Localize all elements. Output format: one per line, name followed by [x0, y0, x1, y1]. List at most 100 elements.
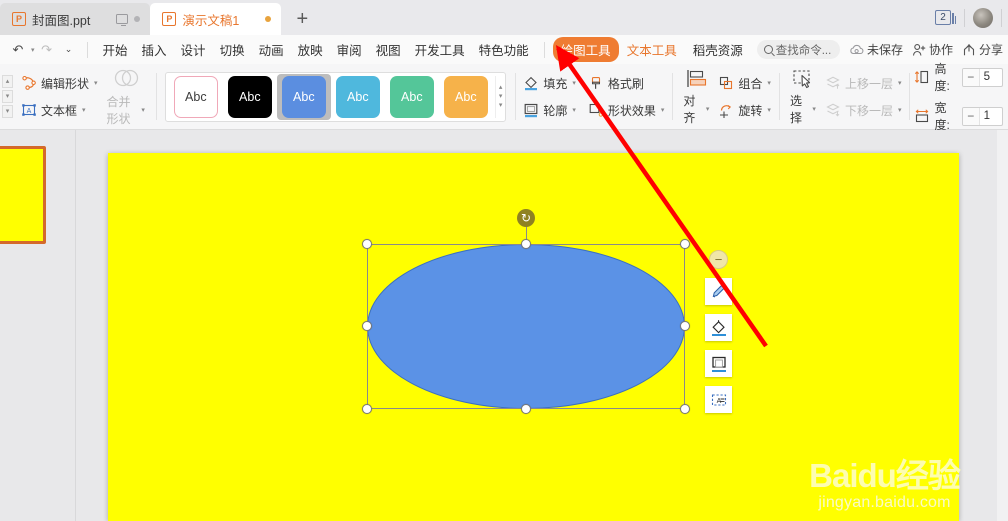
handle-bottom-left[interactable]	[362, 404, 372, 414]
menu-item-features[interactable]: 特色功能	[472, 37, 536, 62]
chevron-down-icon[interactable]: ▾	[82, 106, 86, 114]
menu-item-review[interactable]: 审阅	[330, 37, 369, 62]
chevron-down-icon[interactable]: ▾	[706, 105, 710, 113]
ribbon-scroll-down-icon[interactable]: ▾	[2, 90, 13, 103]
vertical-scrollbar[interactable]	[997, 130, 1008, 521]
document-tab-1[interactable]: P 封面图.ppt	[0, 3, 151, 35]
style-swatch-0[interactable]: Abc	[173, 75, 218, 118]
chevron-down-icon[interactable]: ▾	[572, 79, 576, 87]
tab-status-dot	[134, 16, 141, 22]
save-status-label: 未保存	[866, 43, 903, 57]
ribbon-group-shapes: 编辑形状 ▾ A 文本框 ▾ 合并形状 ▾	[13, 64, 156, 129]
rotate-button[interactable]: 旋转 ▾	[715, 99, 774, 121]
group-button[interactable]: 组合 ▾	[715, 72, 774, 94]
float-fill-button[interactable]	[705, 314, 732, 341]
chevron-down-icon[interactable]: ▾	[812, 105, 816, 113]
style-swatch-0-wrap[interactable]: Abc	[169, 74, 223, 120]
text-box-button[interactable]: A 文本框 ▾	[18, 99, 101, 121]
menu-item-insert[interactable]: 插入	[135, 37, 174, 62]
select-button[interactable]: 选择 ▾	[784, 69, 822, 125]
handle-middle-left[interactable]	[362, 321, 372, 331]
menu-bar: ↶ ▾ ↷ ⌄ 开始 插入 设计 切换 动画 放映 审阅 视图 开发工具 特色功…	[0, 35, 1008, 64]
menu-item-slideshow[interactable]: 放映	[291, 37, 330, 62]
ribbon-scroll-end-icon[interactable]: ▾	[2, 105, 13, 118]
chevron-down-icon[interactable]: ▾	[94, 79, 98, 87]
style-swatch-4-wrap[interactable]: Abc	[385, 74, 439, 120]
collaborate-button[interactable]: 协作	[909, 41, 956, 58]
avatar[interactable]	[973, 7, 993, 28]
style-swatch-1[interactable]: Abc	[227, 75, 272, 118]
chevron-down-icon[interactable]: ▾	[767, 79, 771, 87]
qat-more-button[interactable]: ⌄	[59, 40, 79, 60]
align-button[interactable]: 对齐 ▾	[677, 69, 715, 125]
style-swatch-5[interactable]: Abc	[443, 75, 488, 118]
document-tab-2[interactable]: P 演示文稿1	[150, 3, 282, 35]
gallery-expand-icon[interactable]: ▾	[499, 102, 503, 109]
format-painter-button[interactable]: 格式刷	[585, 72, 668, 94]
style-swatch-1-wrap[interactable]: Abc	[223, 74, 277, 120]
handle-top-left[interactable]	[362, 239, 372, 249]
collapse-toolbar-button[interactable]: −	[709, 250, 728, 269]
monitor-icon[interactable]	[116, 14, 129, 27]
menu-item-design[interactable]: 设计	[174, 37, 213, 62]
ribbon-scroll-arrows[interactable]: ▴ ▾ ▾	[0, 64, 13, 129]
tab-bar-right-controls: 2	[935, 0, 1008, 35]
width-decrement-button[interactable]: −	[962, 107, 980, 125]
menu-item-view[interactable]: 视图	[369, 37, 408, 62]
undo-button[interactable]: ↶	[8, 40, 28, 60]
handle-bottom-center[interactable]	[521, 404, 531, 414]
style-swatch-3-wrap[interactable]: Abc	[331, 74, 385, 120]
handle-middle-right[interactable]	[680, 321, 690, 331]
float-outline-button[interactable]	[705, 350, 732, 377]
chevron-up-icon[interactable]: ▴	[499, 84, 503, 91]
ribbon-scroll-up-icon[interactable]: ▴	[2, 75, 13, 88]
gallery-more-button[interactable]: ▴ ▾ ▾	[494, 75, 503, 118]
fill-button[interactable]: 填充 ▾	[520, 72, 579, 94]
slide-canvas-area[interactable]: ↻ − A Baidu经验 jingyan.baidu.com	[76, 130, 1008, 521]
slide-thumbnail-1[interactable]	[0, 146, 46, 244]
style-swatch-2-wrap[interactable]: Abc	[276, 73, 331, 120]
context-tab-drawing-tools[interactable]: 绘图工具	[552, 37, 619, 62]
float-format-painter-button[interactable]	[705, 278, 732, 305]
ribbon-group-size: 高度: − 5 宽度: − 1	[909, 62, 1008, 132]
slide-canvas[interactable]: ↻ − A Baidu经验 jingyan.baidu.com	[108, 153, 961, 521]
height-spinner[interactable]: − 5	[961, 67, 1003, 87]
save-status-button[interactable]: 未保存	[846, 41, 906, 58]
context-tab-text-tools[interactable]: 文本工具	[619, 37, 685, 62]
new-tab-button[interactable]: +	[281, 3, 324, 35]
context-tab-docer[interactable]: 稻壳资源	[685, 37, 751, 62]
share-button[interactable]: 分享	[959, 41, 1006, 58]
chevron-down-icon[interactable]: ▾	[572, 106, 576, 114]
outline-label: 轮廓	[543, 103, 568, 118]
menu-item-developer[interactable]: 开发工具	[408, 37, 472, 62]
style-swatch-3[interactable]: Abc	[335, 75, 380, 118]
style-swatch-5-wrap[interactable]: Abc	[439, 74, 493, 120]
height-decrement-button[interactable]: −	[962, 68, 980, 86]
handle-bottom-right[interactable]	[680, 404, 690, 414]
menu-item-transition[interactable]: 切换	[213, 37, 252, 62]
shape-effects-button[interactable]: 形状效果 ▾	[585, 99, 668, 121]
window-count-badge[interactable]: 2	[935, 10, 956, 25]
selected-shape-group[interactable]: ↻	[362, 209, 690, 414]
slide-thumbnail-pane	[0, 130, 76, 521]
redo-button[interactable]: ↷	[37, 40, 57, 60]
outline-button[interactable]: 轮廓 ▾	[520, 99, 579, 121]
handle-top-center[interactable]	[521, 239, 531, 249]
height-value[interactable]: 5	[980, 69, 1002, 86]
chevron-down-icon[interactable]: ▾	[767, 106, 771, 114]
edit-shape-button[interactable]: 编辑形状 ▾	[18, 72, 101, 94]
style-swatch-2-selected[interactable]: Abc	[281, 75, 326, 118]
chevron-down-icon[interactable]: ▾	[499, 93, 503, 100]
menu-item-animation[interactable]: 动画	[252, 37, 291, 62]
width-spinner[interactable]: − 1	[961, 106, 1003, 126]
rotate-handle[interactable]: ↻	[517, 209, 535, 227]
menu-item-start[interactable]: 开始	[96, 37, 135, 62]
chevron-down-icon[interactable]: ▾	[661, 106, 665, 114]
float-text-box-button[interactable]: A	[705, 386, 732, 413]
handle-top-right[interactable]	[680, 239, 690, 249]
width-value[interactable]: 1	[980, 108, 1002, 125]
fill-label: 填充	[543, 76, 568, 91]
style-swatch-4[interactable]: Abc	[389, 75, 434, 118]
undo-caret-icon[interactable]: ▾	[31, 46, 35, 54]
search-command-box[interactable]: 查找命令...	[756, 40, 841, 59]
